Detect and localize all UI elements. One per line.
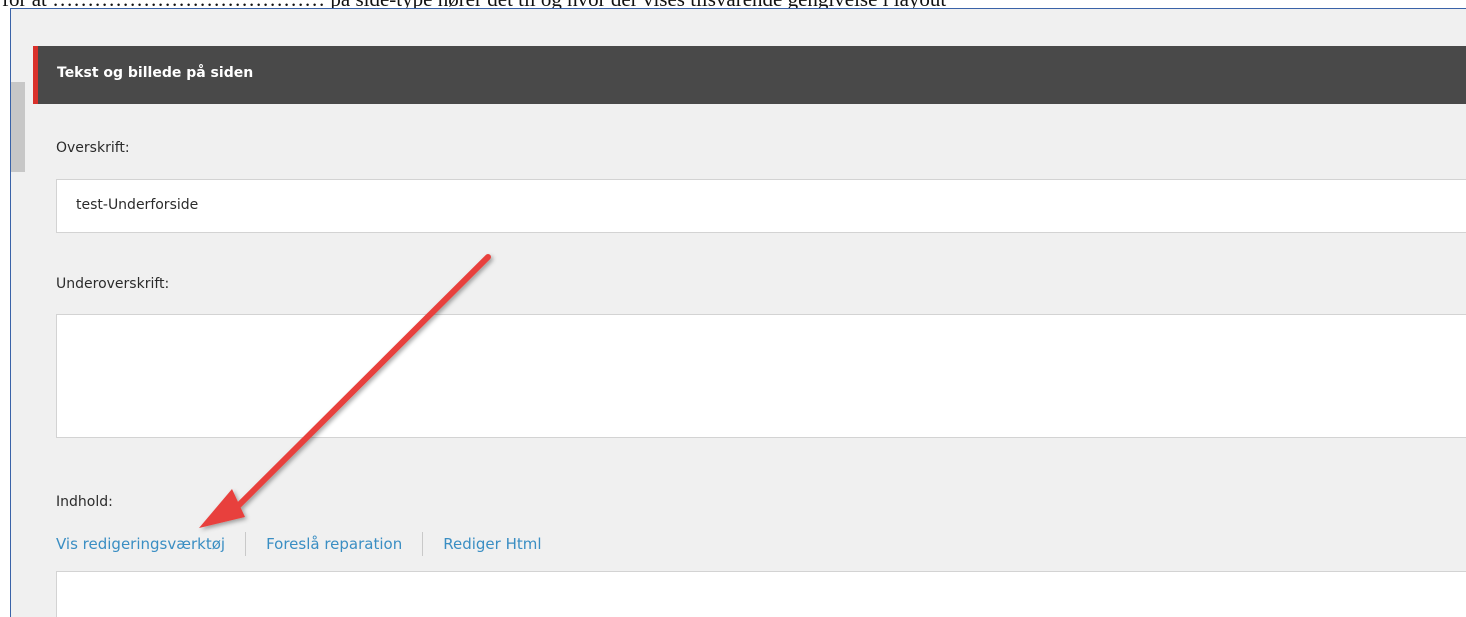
link-separator [245, 532, 247, 556]
edit-html-link[interactable]: Rediger Html [443, 535, 541, 553]
content-label: Indhold: [56, 494, 113, 510]
editor-frame: Tekst og billede på siden Overskrift: te… [10, 8, 1466, 617]
heading-input[interactable]: test-Underforside [56, 179, 1466, 233]
content-toolbar-links: Vis redigeringsværktøj Foreslå reparatio… [56, 530, 542, 558]
subheading-textarea[interactable] [56, 314, 1466, 438]
show-editor-link[interactable]: Vis redigeringsværktøj [56, 535, 225, 553]
suggest-repair-link[interactable]: Foreslå reparation [266, 535, 402, 553]
scrollbar-thumb[interactable] [11, 82, 25, 172]
heading-label: Overskrift: [56, 140, 130, 156]
heading-input-value: test-Underforside [76, 197, 199, 213]
subheading-label: Underoverskrift: [56, 276, 170, 292]
section-header[interactable]: Tekst og billede på siden [33, 46, 1466, 104]
section-title: Tekst og billede på siden [57, 65, 254, 81]
content-editor[interactable] [56, 571, 1466, 617]
link-separator [422, 532, 424, 556]
